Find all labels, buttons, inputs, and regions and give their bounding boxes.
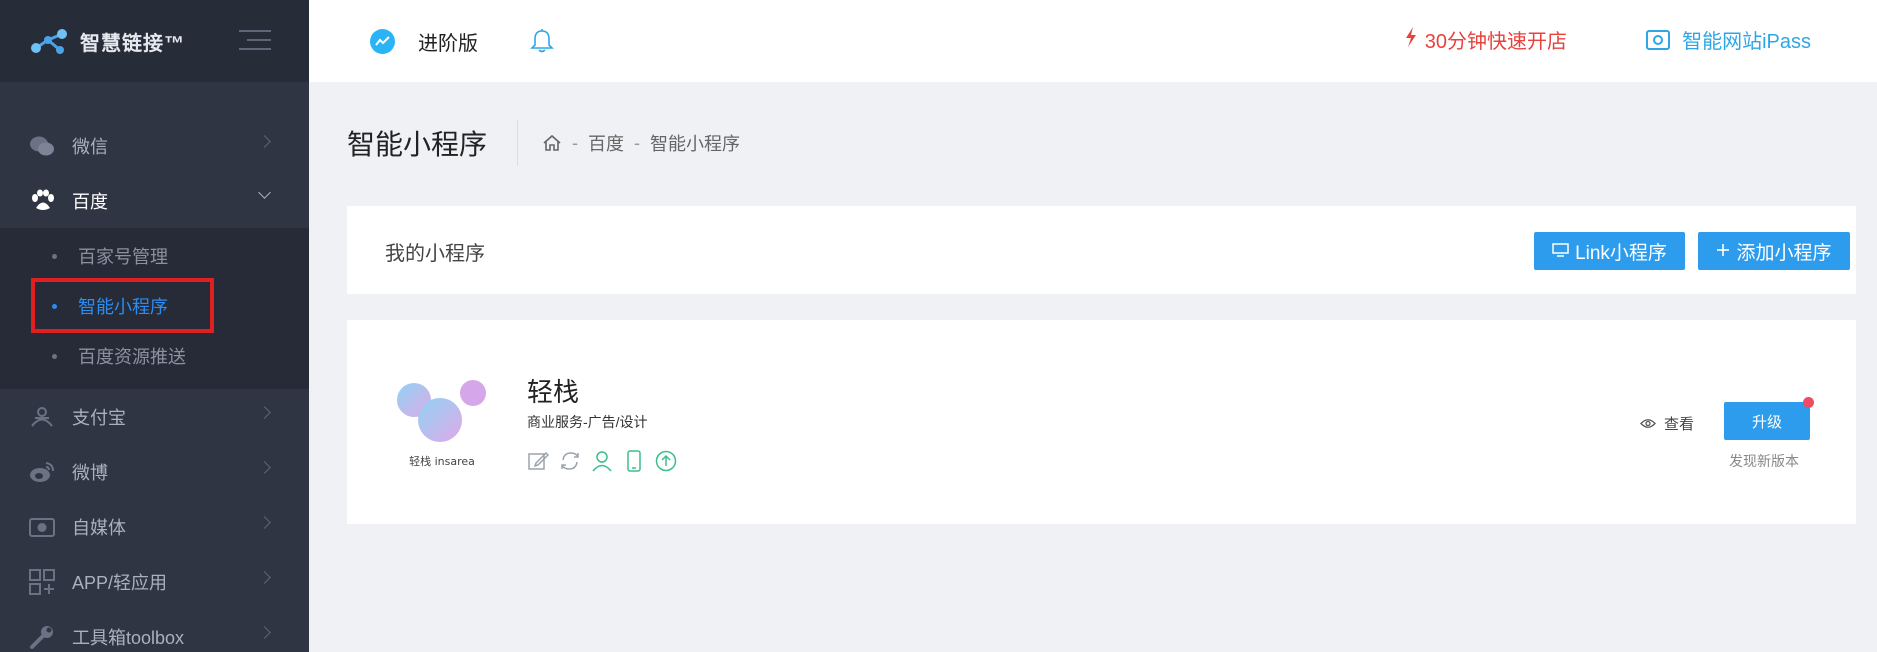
mini-program-toolbar: 我的小程序 Link小程序 添加小程序 xyxy=(347,206,1856,294)
breadcrumb-item[interactable]: 百度 xyxy=(588,130,624,156)
paw-icon xyxy=(28,187,56,215)
program-actions xyxy=(527,450,687,472)
page-title: 智能小程序 xyxy=(347,129,488,160)
plus-icon xyxy=(1716,241,1730,262)
chevron-right-icon xyxy=(258,461,271,474)
breadcrumb-item: 智能小程序 xyxy=(650,134,741,154)
chevron-down-icon xyxy=(258,186,271,199)
wechat-icon xyxy=(28,132,56,160)
sidebar-item-label: 支付宝 xyxy=(72,407,126,428)
apps-icon xyxy=(28,568,56,596)
notification-dot xyxy=(1803,397,1814,408)
ipass-icon xyxy=(1646,29,1671,50)
app-logo-text: 轻栈 insarea xyxy=(409,454,475,468)
sidebar-subitem-resource-push[interactable]: 百度资源推送 xyxy=(0,331,309,381)
user-icon[interactable] xyxy=(591,450,613,472)
home-icon[interactable] xyxy=(542,134,562,152)
view-label: 查看 xyxy=(1664,416,1695,433)
highlight-annotation xyxy=(31,278,214,333)
chevron-right-icon xyxy=(258,135,271,148)
link-program-button[interactable]: Link小程序 xyxy=(1534,232,1685,270)
sidebar-item-alipay[interactable]: 支付宝 xyxy=(0,389,309,444)
sidebar-item-label: APP/轻应用 xyxy=(72,572,168,593)
sidebar-item-label: 百度 xyxy=(72,191,108,212)
sidebar-item-label: 自媒体 xyxy=(72,517,126,538)
chevron-right-icon xyxy=(258,516,271,529)
add-program-button[interactable]: 添加小程序 xyxy=(1698,232,1850,270)
mini-program-card: 轻栈 insarea 轻栈 商业服务-广告/设计 查看 升级 发现新版本 xyxy=(347,320,1856,524)
sidebar-subitem-baijiahao[interactable]: 百家号管理 xyxy=(0,231,309,281)
program-category: 商业服务-广告/设计 xyxy=(527,414,648,430)
ipass-link[interactable]: 智能网站iPass xyxy=(1646,25,1811,54)
sidebar: 智慧链接™ 微信 百度 百家号管理 智能小程序 百度资源推送 支付宝 微博 自媒… xyxy=(0,0,309,652)
menu-toggle-icon[interactable] xyxy=(239,30,271,57)
main-content: 智能小程序 - 百度 - 智能小程序 我的小程序 Link小程序 添加小程序 轻… xyxy=(309,82,1877,652)
sidebar-item-toolbox[interactable]: 工具箱toolbox xyxy=(0,609,309,652)
sidebar-menu: 微信 百度 百家号管理 智能小程序 百度资源推送 支付宝 微博 自媒体 APP/… xyxy=(0,118,309,652)
sidebar-item-media[interactable]: 自媒体 xyxy=(0,499,309,554)
brand-logo-icon xyxy=(28,26,70,56)
wrench-icon xyxy=(28,623,56,651)
bell-icon[interactable] xyxy=(530,28,554,54)
trend-icon xyxy=(370,28,395,54)
section-label: 我的小程序 xyxy=(385,243,485,265)
program-name: 轻栈 xyxy=(527,377,580,407)
app-logo: 轻栈 insarea xyxy=(392,372,492,472)
weibo-icon xyxy=(28,458,56,486)
quick-open-label: 30分钟快速开店 xyxy=(1424,31,1567,53)
refresh-icon[interactable] xyxy=(559,450,581,472)
sidebar-item-apps[interactable]: APP/轻应用 xyxy=(0,554,309,609)
upgrade-button[interactable]: 升级 xyxy=(1724,397,1814,440)
breadcrumb: - 百度 - 智能小程序 xyxy=(542,130,740,156)
brand-name: 智慧链接™ xyxy=(80,32,185,55)
sidebar-item-label: 工具箱toolbox xyxy=(72,627,185,648)
mobile-icon[interactable] xyxy=(623,450,645,472)
upgrade-label: 升级 xyxy=(1751,413,1782,431)
ipass-label: 智能网站iPass xyxy=(1682,31,1811,53)
sidebar-item-label: 微博 xyxy=(72,462,108,483)
new-version-hint: 发现新版本 xyxy=(1729,453,1799,469)
view-link[interactable]: 查看 xyxy=(1640,413,1694,434)
quick-open-link[interactable]: 30分钟快速开店 xyxy=(1405,25,1567,54)
alipay-icon xyxy=(28,403,56,431)
version-label: 进阶版 xyxy=(418,32,478,55)
upload-icon[interactable] xyxy=(655,450,677,472)
top-bar: 进阶版 30分钟快速开店 智能网站iPass xyxy=(309,0,1877,82)
chevron-right-icon xyxy=(258,571,271,584)
sidebar-item-baidu[interactable]: 百度 xyxy=(0,173,309,228)
chevron-right-icon xyxy=(258,406,271,419)
header-divider xyxy=(517,120,519,166)
eye-icon xyxy=(1640,419,1656,428)
page-header: 智能小程序 - 百度 - 智能小程序 xyxy=(347,120,740,166)
sidebar-header: 智慧链接™ xyxy=(0,0,309,82)
lightning-icon xyxy=(1405,26,1417,53)
edit-icon[interactable] xyxy=(527,450,549,472)
sidebar-item-wechat[interactable]: 微信 xyxy=(0,118,309,173)
chevron-right-icon xyxy=(258,626,271,639)
sidebar-item-weibo[interactable]: 微博 xyxy=(0,444,309,499)
sidebar-item-label: 微信 xyxy=(72,136,108,157)
monitor-icon xyxy=(1552,241,1569,262)
media-icon xyxy=(28,513,56,541)
